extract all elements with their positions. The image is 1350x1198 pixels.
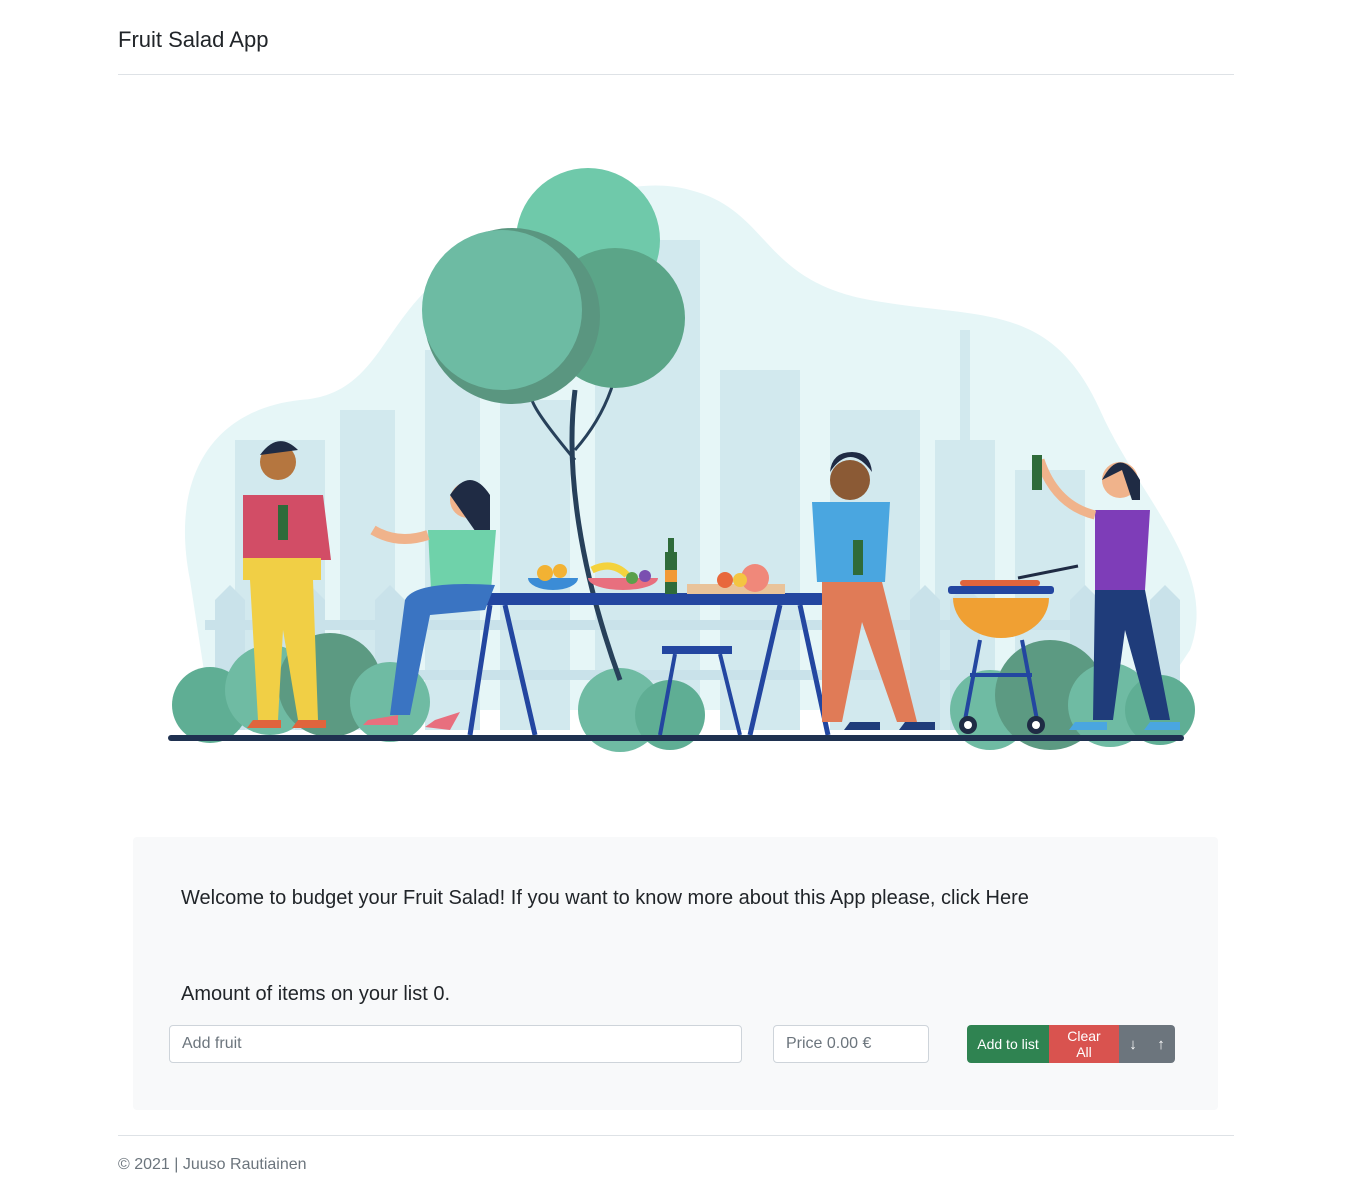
footer-text: © 2021 | Juuso Rautiainen xyxy=(118,1156,307,1173)
item-count-text: Amount of items on your list 0. xyxy=(181,983,451,1005)
clear-all-button[interactable]: Clear All xyxy=(1049,1025,1119,1063)
footer: © 2021 | Juuso Rautiainen xyxy=(118,1135,1234,1173)
add-to-list-button[interactable]: Add to list xyxy=(967,1025,1049,1063)
arrow-down-icon[interactable]: ↓ xyxy=(1119,1025,1147,1063)
app-title: Fruit Salad App xyxy=(118,27,269,52)
price-input[interactable] xyxy=(773,1025,929,1063)
arrow-up-icon[interactable]: ↑ xyxy=(1147,1025,1175,1063)
welcome-text: Welcome to budget your Fruit Salad! If y… xyxy=(181,887,1029,909)
action-button-group: Add to list Clear All ↓ ↑ xyxy=(967,1025,1175,1063)
budget-card: Welcome to budget your Fruit Salad! If y… xyxy=(133,837,1218,1110)
hero-illustration xyxy=(168,168,1197,752)
here-link[interactable]: Here xyxy=(986,887,1029,909)
header: Fruit Salad App xyxy=(118,0,1234,75)
fruit-input[interactable] xyxy=(169,1025,742,1063)
